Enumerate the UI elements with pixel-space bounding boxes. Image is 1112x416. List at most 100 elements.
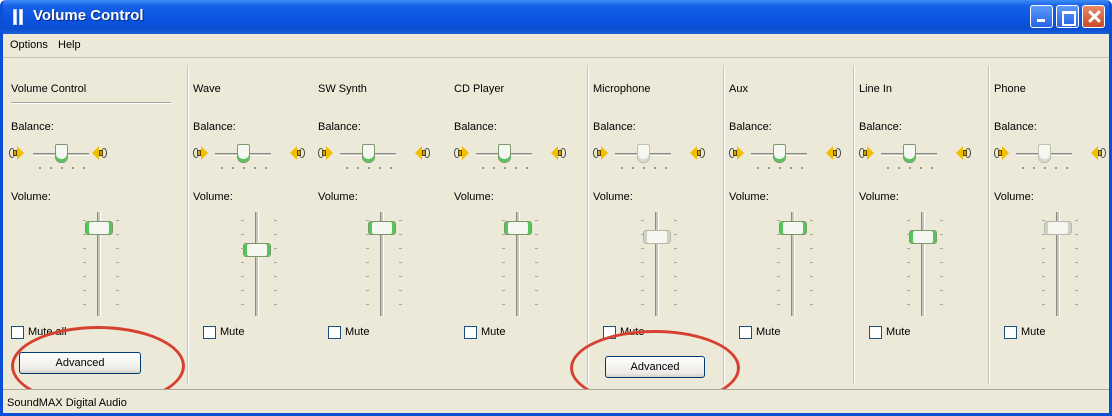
- line-in-mute-label: Mute: [886, 326, 911, 338]
- wave-balance-label: Balance:: [193, 121, 236, 133]
- sw-synth-volume-label: Volume:: [318, 191, 358, 203]
- wave-balance-thumb[interactable]: [237, 144, 250, 163]
- menu-options[interactable]: Options: [10, 39, 48, 51]
- wave-mute-checkbox[interactable]: [203, 326, 216, 339]
- channel-panel-line-in: Line In Balance: Volume: Mute: [854, 66, 989, 384]
- title-bar[interactable]: Volume Control: [3, 0, 1109, 34]
- sw-synth-mute-label: Mute: [345, 326, 370, 338]
- phone-volume-label: Volume:: [994, 191, 1034, 203]
- right-speaker-icon: [1090, 146, 1106, 160]
- channel-panel-phone: Phone Balance: Volume: Mute: [989, 66, 1109, 384]
- maximize-button[interactable]: [1056, 5, 1079, 28]
- aux-balance-thumb[interactable]: [773, 144, 786, 163]
- line-in-balance-label: Balance:: [859, 121, 902, 133]
- right-speaker-icon: [689, 146, 705, 160]
- phone-mute-label: Mute: [1021, 326, 1046, 338]
- master-balance-label: Balance:: [11, 121, 54, 133]
- phone-balance-label: Balance:: [994, 121, 1037, 133]
- mute-all-checkbox[interactable]: [11, 326, 24, 339]
- master-volume-thumb[interactable]: [85, 221, 113, 235]
- microphone-balance-slider[interactable]: [615, 144, 671, 170]
- sw-synth-volume-slider[interactable]: [358, 212, 410, 316]
- aux-channel-name: Aux: [729, 83, 748, 95]
- right-speaker-icon: [91, 146, 107, 160]
- microphone-balance-thumb[interactable]: [637, 144, 650, 163]
- aux-volume-thumb[interactable]: [779, 221, 807, 235]
- right-speaker-icon: [955, 146, 971, 160]
- line-in-channel-name: Line In: [859, 83, 893, 95]
- channel-panel-cd-player: CD Player Balance: Volume: Mute: [450, 66, 586, 384]
- phone-volume-slider[interactable]: [1034, 212, 1086, 316]
- microphone-volume-slider[interactable]: [633, 212, 685, 316]
- volume-control-window: Volume Control Options Help Volume Contr…: [0, 0, 1112, 416]
- wave-channel-name: Wave: [193, 83, 221, 95]
- left-speaker-icon: [9, 146, 25, 160]
- phone-channel-name: Phone: [994, 83, 1026, 95]
- sw-synth-volume-thumb[interactable]: [368, 221, 396, 235]
- aux-balance-label: Balance:: [729, 121, 772, 133]
- right-speaker-icon: [550, 146, 566, 160]
- aux-volume-label: Volume:: [729, 191, 769, 203]
- channel-panel-wave: Wave Balance: Volume: Mute: [188, 66, 314, 384]
- aux-mute-label: Mute: [756, 326, 781, 338]
- phone-balance-thumb[interactable]: [1038, 144, 1051, 163]
- wave-volume-label: Volume:: [193, 191, 233, 203]
- phone-volume-thumb[interactable]: [1044, 221, 1072, 235]
- microphone-volume-thumb[interactable]: [643, 230, 671, 244]
- channel-panel-sw-synth: SW Synth Balance: Volume: Mute: [314, 66, 450, 384]
- cd-player-mute-checkbox[interactable]: [464, 326, 477, 339]
- cd-player-volume-thumb[interactable]: [504, 221, 532, 235]
- menu-bar: Options Help: [3, 34, 1109, 58]
- microphone-channel-name: Microphone: [593, 83, 651, 95]
- master-volume-slider[interactable]: [75, 212, 127, 316]
- line-in-mute-checkbox[interactable]: [869, 326, 882, 339]
- line-in-volume-slider[interactable]: [899, 212, 951, 316]
- cd-player-balance-label: Balance:: [454, 121, 497, 133]
- cd-player-balance-thumb[interactable]: [498, 144, 511, 163]
- channel-panel-aux: Aux Balance: Volume: Mute: [724, 66, 850, 384]
- right-speaker-icon: [825, 146, 841, 160]
- aux-volume-slider[interactable]: [769, 212, 821, 316]
- wave-balance-slider[interactable]: [215, 144, 271, 170]
- wave-volume-slider[interactable]: [233, 212, 285, 316]
- line-in-volume-label: Volume:: [859, 191, 899, 203]
- line-in-volume-thumb[interactable]: [909, 230, 937, 244]
- sw-synth-balance-slider[interactable]: [340, 144, 396, 170]
- wave-mute-label: Mute: [220, 326, 245, 338]
- left-speaker-icon: [593, 146, 609, 160]
- aux-balance-slider[interactable]: [751, 144, 807, 170]
- line-in-balance-slider[interactable]: [881, 144, 937, 170]
- left-speaker-icon: [193, 146, 209, 160]
- cd-player-volume-label: Volume:: [454, 191, 494, 203]
- master-balance-slider[interactable]: [33, 144, 89, 170]
- left-speaker-icon: [729, 146, 745, 160]
- line-in-balance-thumb[interactable]: [903, 144, 916, 163]
- wave-volume-thumb[interactable]: [243, 243, 271, 257]
- right-speaker-icon: [289, 146, 305, 160]
- menu-help[interactable]: Help: [58, 39, 81, 51]
- master-divider: [11, 102, 171, 104]
- left-speaker-icon: [454, 146, 470, 160]
- sw-synth-balance-label: Balance:: [318, 121, 361, 133]
- left-speaker-icon: [994, 146, 1010, 160]
- close-button[interactable]: [1082, 5, 1105, 28]
- master-balance-thumb[interactable]: [55, 144, 68, 163]
- status-bar: SoundMAX Digital Audio: [3, 389, 1109, 413]
- phone-balance-slider[interactable]: [1016, 144, 1072, 170]
- window-title: Volume Control: [33, 7, 144, 24]
- cd-player-balance-slider[interactable]: [476, 144, 532, 170]
- aux-mute-checkbox[interactable]: [739, 326, 752, 339]
- volume-app-icon: [13, 9, 27, 25]
- cd-player-channel-name: CD Player: [454, 83, 505, 95]
- sw-synth-channel-name: SW Synth: [318, 83, 367, 95]
- microphone-balance-label: Balance:: [593, 121, 636, 133]
- sw-synth-mute-checkbox[interactable]: [328, 326, 341, 339]
- right-speaker-icon: [414, 146, 430, 160]
- master-volume-label: Volume:: [11, 191, 51, 203]
- minimize-button[interactable]: [1030, 5, 1053, 28]
- cd-player-volume-slider[interactable]: [494, 212, 546, 316]
- phone-mute-checkbox[interactable]: [1004, 326, 1017, 339]
- sw-synth-balance-thumb[interactable]: [362, 144, 375, 163]
- left-speaker-icon: [859, 146, 875, 160]
- master-channel-name: Volume Control: [11, 83, 87, 95]
